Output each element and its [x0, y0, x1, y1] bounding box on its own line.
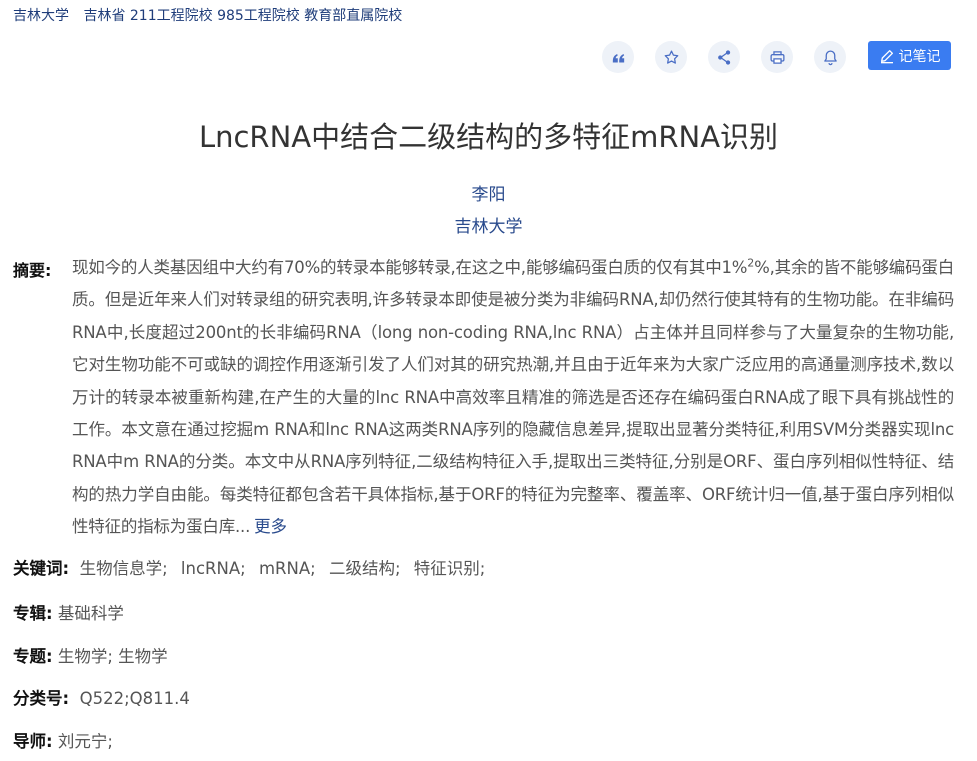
series-row: 专辑: 基础科学: [13, 600, 124, 624]
pen-icon: [880, 49, 893, 63]
institution-bar: 吉林大学 吉林省 211工程院校 985工程院校 教育部直属院校: [13, 5, 402, 25]
advisor-row: 导师: 刘元宁;: [13, 728, 113, 752]
star-icon: [664, 49, 678, 64]
topic-row: 专题: 生物学; 生物学: [13, 643, 168, 667]
print-button[interactable]: [761, 41, 793, 73]
series-label: 专辑:: [13, 604, 53, 623]
series-value: 基础科学: [57, 604, 124, 623]
toolbar: [602, 41, 867, 73]
abstract-part-1: 现如今的人类基因组中大约有70%的转录本能够转录,在这之中,能够编码蛋白质的仅有…: [72, 258, 748, 277]
school-tags: 吉林省 211工程院校 985工程院校 教育部直属院校: [83, 8, 403, 24]
keyword-link[interactable]: 特征识别;: [414, 559, 486, 578]
paper-title: LncRNA中结合二级结构的多特征mRNA识别: [198, 120, 779, 154]
author-link[interactable]: 李阳: [0, 180, 977, 205]
bell-icon: [823, 49, 837, 65]
more-link[interactable]: 更多: [254, 517, 287, 536]
share-icon: [717, 49, 730, 65]
abstract-label: 摘要:: [13, 261, 52, 280]
keyword-link[interactable]: lncRNA;: [181, 559, 246, 578]
classification-row: 分类号: Q522;Q811.4: [13, 685, 190, 709]
keyword-link[interactable]: 生物信息学;: [80, 559, 168, 578]
print-icon: [769, 50, 785, 64]
keywords-row: 关键词: 生物信息学; lncRNA; mRNA; 二级结构; 特征识别;: [13, 555, 493, 579]
abstract-part-2: %,其余的皆不能够编码蛋白质。但是近年来人们对转录组的研究表明,许多转录本即使是…: [72, 258, 955, 537]
classification-label: 分类号:: [13, 689, 70, 708]
classification-value: Q522;Q811.4: [79, 689, 190, 708]
advisor-link[interactable]: 刘元宁;: [58, 732, 113, 751]
topic-label: 专题:: [13, 647, 53, 666]
advisor-label: 导师:: [13, 732, 53, 751]
take-note-button[interactable]: 记笔记: [868, 41, 951, 70]
keywords-label: 关键词:: [13, 559, 70, 578]
share-button[interactable]: [708, 41, 740, 73]
abstract-text: 现如今的人类基因组中大约有70%的转录本能够转录,在这之中,能够编码蛋白质的仅有…: [72, 252, 954, 544]
affiliation-link[interactable]: 吉林大学: [0, 212, 977, 237]
quote-button[interactable]: [602, 41, 634, 73]
school-link[interactable]: 吉林大学: [13, 8, 69, 24]
favorite-button[interactable]: [655, 41, 687, 73]
topic-value: 生物学; 生物学: [57, 647, 168, 666]
keyword-link[interactable]: mRNA;: [259, 559, 316, 578]
alert-button[interactable]: [814, 41, 846, 73]
keyword-link[interactable]: 二级结构;: [329, 559, 401, 578]
take-note-label: 记笔记: [898, 48, 941, 65]
quote-icon: [612, 53, 624, 62]
